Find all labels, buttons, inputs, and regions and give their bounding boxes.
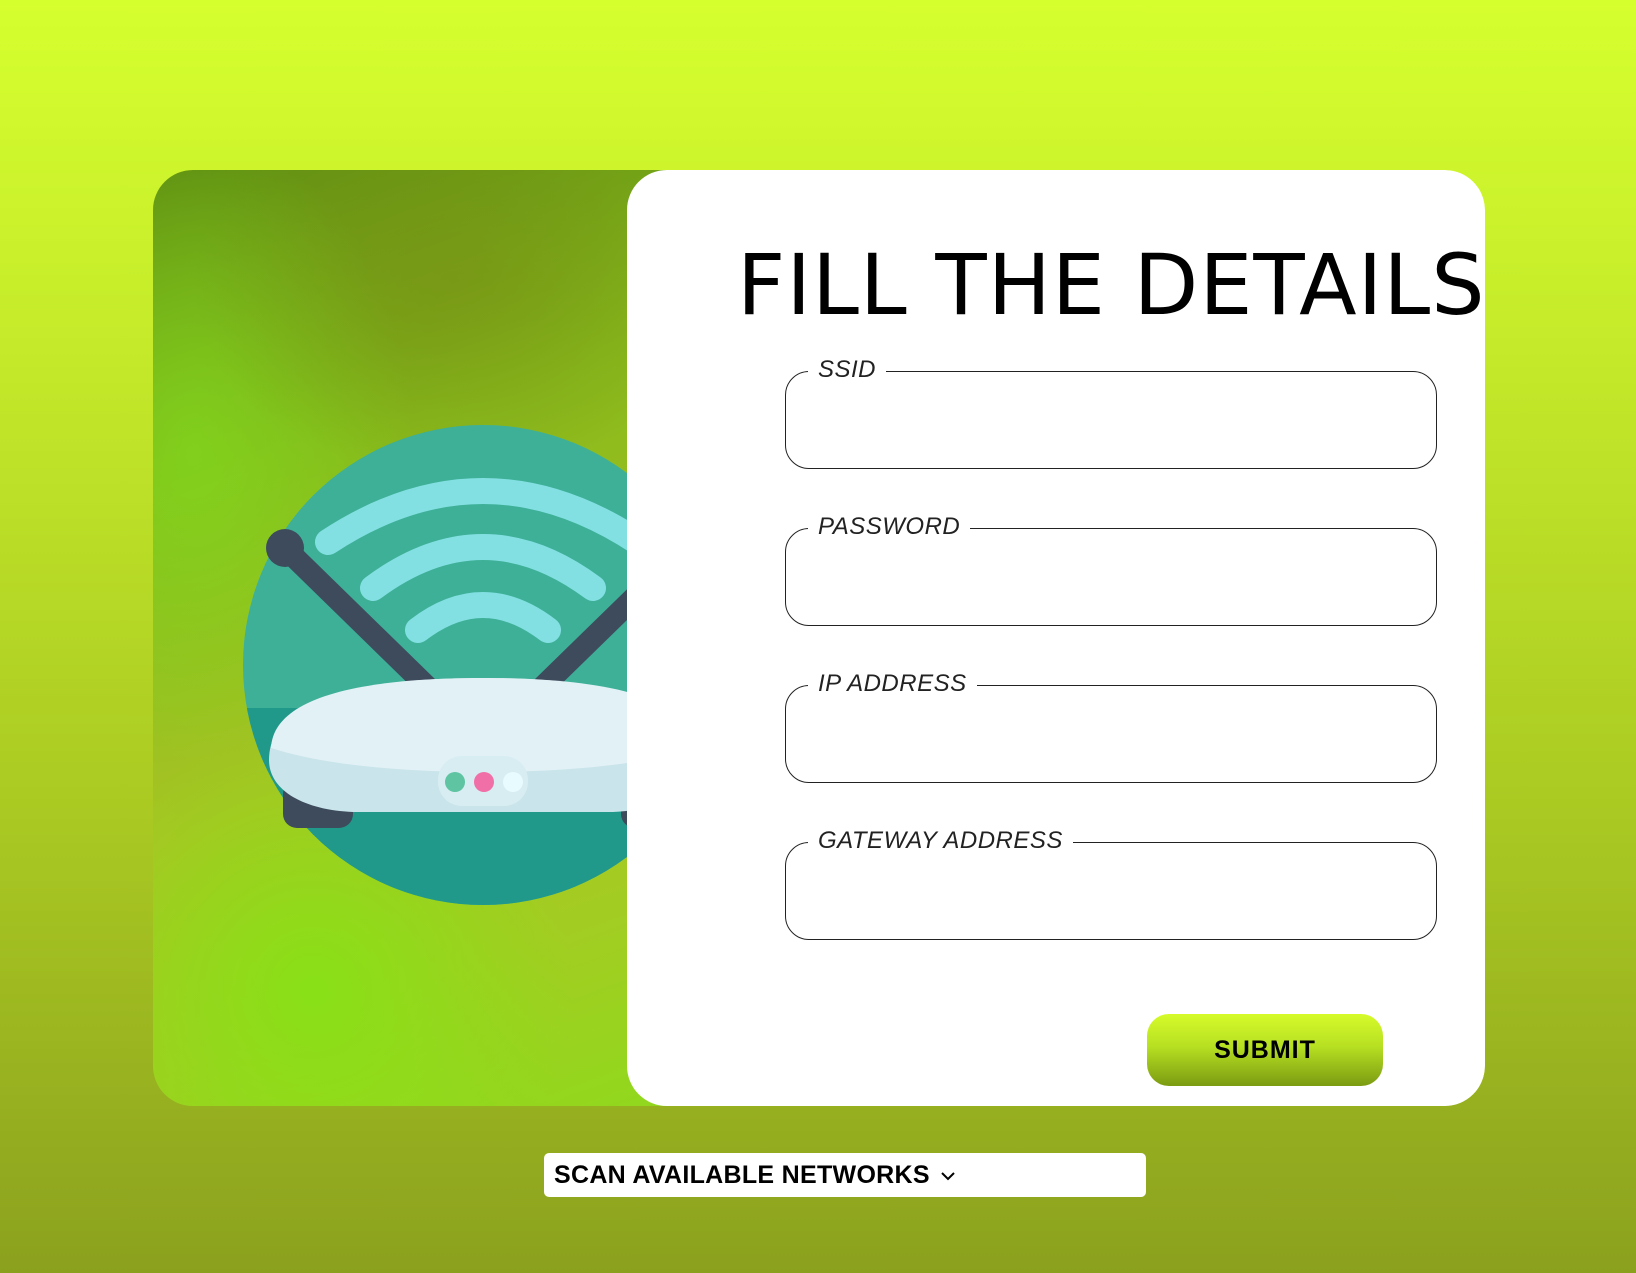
password-input[interactable] bbox=[806, 557, 1410, 603]
gateway-address-label: GATEWAY ADDRESS bbox=[808, 827, 1073, 855]
gateway-address-field: GATEWAY ADDRESS bbox=[785, 827, 1437, 940]
details-form: FILL THE DETAILS SSID PASSWORD IP ADDRES… bbox=[627, 170, 1485, 1106]
scan-networks-label: SCAN AVAILABLE NETWORKS bbox=[554, 1160, 930, 1189]
scan-networks-dropdown[interactable]: SCAN AVAILABLE NETWORKS bbox=[544, 1153, 1146, 1197]
form-title: FILL THE DETAILS bbox=[737, 236, 1485, 334]
password-field: PASSWORD bbox=[785, 513, 1437, 626]
ip-address-label: IP ADDRESS bbox=[808, 670, 977, 698]
ip-address-input[interactable] bbox=[806, 714, 1410, 760]
chevron-down-icon bbox=[940, 1169, 956, 1187]
gateway-address-input[interactable] bbox=[806, 871, 1410, 917]
ssid-input[interactable] bbox=[806, 400, 1410, 446]
illustration-panel bbox=[153, 170, 723, 1106]
submit-button[interactable]: SUBMIT bbox=[1147, 1014, 1383, 1086]
ssid-label: SSID bbox=[808, 356, 887, 384]
setup-card: FILL THE DETAILS SSID PASSWORD IP ADDRES… bbox=[153, 170, 1485, 1106]
ssid-field: SSID bbox=[785, 356, 1437, 469]
ip-address-field: IP ADDRESS bbox=[785, 670, 1437, 783]
password-label: PASSWORD bbox=[808, 513, 971, 541]
